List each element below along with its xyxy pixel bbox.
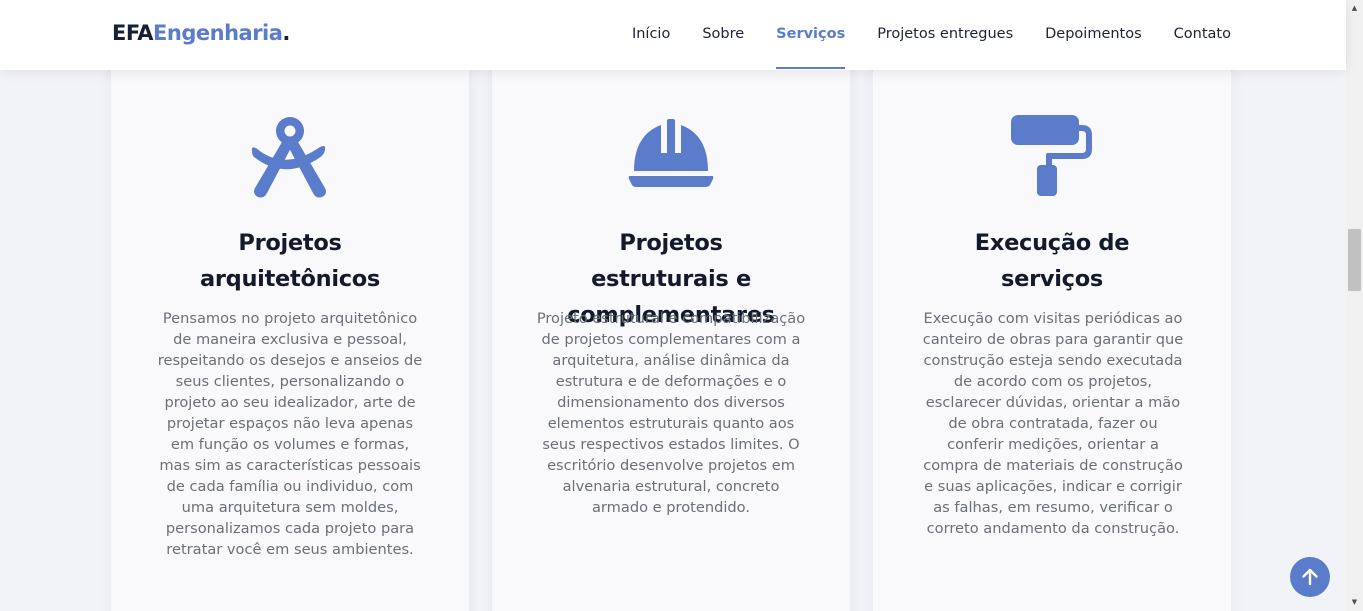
service-title: Execução de serviços [974,230,1130,292]
service-description: Execução com visitas periódicas ao cante… [922,310,1184,537]
site-header: EFAEngenharia. Início Sobre Serviços Pro… [0,0,1346,70]
nav-projetos-entregues[interactable]: Projetos entregues [877,0,1013,70]
nav-sobre[interactable]: Sobre [702,0,744,70]
service-title: Projetos arquitetônicos [199,230,381,292]
service-card-structural: Projetos estruturais e complementares Pr… [492,60,850,611]
main-nav: Início Sobre Serviços Projetos entregues… [632,0,1231,70]
service-card-execution: Execução de serviços Execução com visita… [873,60,1231,611]
nav-inicio[interactable]: Início [632,0,670,70]
logo-part-2: Engenharia [153,21,283,45]
logo[interactable]: EFAEngenharia. [112,21,290,45]
hard-hat-icon [621,115,721,205]
scrollbar-thumb[interactable] [1348,229,1361,291]
nav-servicos[interactable]: Serviços [776,0,846,70]
page-scrollbar[interactable]: ▲ ▼ [1346,0,1363,611]
arrow-up-icon [1302,568,1318,586]
service-description: Projeto estrutural e compatibilização de… [536,310,806,516]
logo-part-1: EFA [112,21,154,45]
drafting-compass-icon [240,115,340,205]
scroll-up-arrow-icon[interactable]: ▲ [1346,0,1363,17]
nav-contato[interactable]: Contato [1174,0,1231,70]
service-description: Pensamos no projeto arquitetônico de man… [157,310,423,558]
scroll-down-arrow-icon[interactable]: ▼ [1346,594,1363,611]
back-to-top-button[interactable] [1290,557,1330,597]
service-card-architecture: Projetos arquitetônicos Pensamos no proj… [111,60,469,611]
nav-depoimentos[interactable]: Depoimentos [1045,0,1142,70]
logo-part-3: . [282,21,290,45]
paint-roller-icon [1002,115,1102,205]
